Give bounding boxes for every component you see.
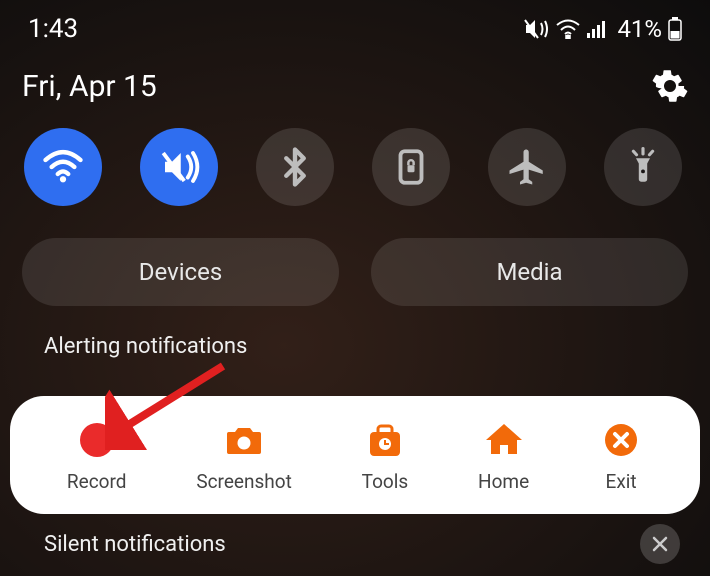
close-icon <box>650 534 670 554</box>
home-label: Home <box>478 470 529 493</box>
quick-settings-row <box>22 128 688 206</box>
bluetooth-icon <box>274 146 316 188</box>
media-button[interactable]: Media <box>371 238 688 306</box>
mute-vibrate-icon <box>158 146 200 188</box>
recorder-toolbar: Record Screenshot Tools Ho <box>10 396 700 514</box>
record-icon <box>75 418 119 462</box>
record-label: Record <box>67 470 127 493</box>
home-icon <box>482 418 526 462</box>
wifi-status-icon <box>555 19 581 39</box>
screenshot-label: Screenshot <box>196 470 291 493</box>
devices-label: Devices <box>139 258 222 286</box>
silent-section-header: Silent notifications <box>44 532 226 557</box>
clock: 1:43 <box>28 14 78 44</box>
record-button[interactable]: Record <box>67 418 127 493</box>
exit-label: Exit <box>606 470 637 493</box>
airplane-icon <box>506 146 548 188</box>
qs-sound-button[interactable] <box>140 128 218 206</box>
camera-icon <box>222 418 266 462</box>
devices-button[interactable]: Devices <box>22 238 339 306</box>
exit-button[interactable]: Exit <box>599 418 643 493</box>
exit-icon <box>599 418 643 462</box>
wifi-icon <box>42 146 84 188</box>
tools-label: Tools <box>362 470 409 493</box>
qs-wifi-button[interactable] <box>24 128 102 206</box>
toolbox-icon <box>363 418 407 462</box>
mute-vibrate-status-icon <box>523 18 549 40</box>
status-icons: 41% <box>523 15 682 43</box>
home-button[interactable]: Home <box>478 418 529 493</box>
qs-rotation-lock-button[interactable] <box>372 128 450 206</box>
screenshot-button[interactable]: Screenshot <box>196 418 291 493</box>
battery-icon <box>668 17 682 41</box>
signal-status-icon <box>587 20 609 38</box>
qs-flashlight-button[interactable] <box>604 128 682 206</box>
tools-button[interactable]: Tools <box>362 418 409 493</box>
portrait-lock-icon <box>390 146 432 188</box>
status-bar: 1:43 41% <box>22 0 688 58</box>
date-text[interactable]: Fri, Apr 15 <box>22 69 157 104</box>
settings-gear-icon[interactable] <box>652 68 688 104</box>
flashlight-icon <box>622 146 664 188</box>
battery-percent: 41% <box>617 15 662 43</box>
alerting-section-header: Alerting notifications <box>22 334 688 359</box>
qs-bluetooth-button[interactable] <box>256 128 334 206</box>
media-label: Media <box>496 258 562 286</box>
dismiss-silent-button[interactable] <box>640 524 680 564</box>
qs-airplane-button[interactable] <box>488 128 566 206</box>
